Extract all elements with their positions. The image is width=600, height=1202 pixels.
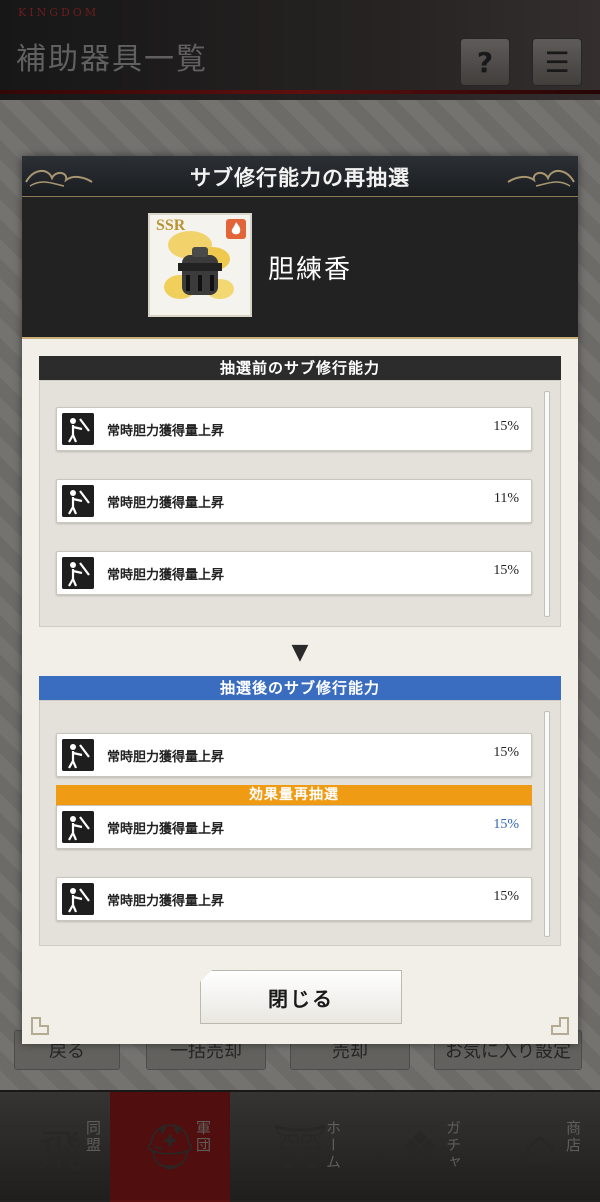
close-button[interactable]: 閉じる xyxy=(200,970,402,1024)
corner-ornament-icon xyxy=(31,1017,49,1035)
ability-label: 常時胆力獲得量上昇 xyxy=(107,822,225,837)
ability-label: 常時胆力獲得量上昇 xyxy=(107,568,225,583)
training-figure-icon xyxy=(62,883,94,915)
ability-label: 常時胆力獲得量上昇 xyxy=(107,424,225,439)
after-header: 抽選後のサブ修行能力 xyxy=(39,676,561,700)
training-figure-icon xyxy=(62,413,94,445)
rarity-badge: SSR xyxy=(156,217,186,234)
before-scrollbar[interactable] xyxy=(544,391,550,617)
reroll-badge: 効果量再抽選 xyxy=(56,785,532,806)
down-arrow-icon: ▼ xyxy=(291,640,309,665)
training-figure-icon xyxy=(62,811,94,843)
before-list[interactable]: 常時胆力獲得量上昇 15% 常時胆力獲得量上昇 11% 常時胆力獲得量上昇 15… xyxy=(39,380,561,627)
training-figure-icon xyxy=(62,739,94,771)
ability-value: 15% xyxy=(493,563,519,578)
list-item: 常時胆力獲得量上昇 15% xyxy=(56,407,532,451)
corner-ornament-icon xyxy=(551,1017,569,1035)
ability-value: 15% xyxy=(493,745,519,760)
fire-icon xyxy=(226,219,246,239)
after-scrollbar[interactable] xyxy=(544,711,550,937)
training-figure-icon xyxy=(62,485,94,517)
after-list[interactable]: 常時胆力獲得量上昇 15% 効果量再抽選 常時胆力獲得量上昇 15% 常時胆力獲… xyxy=(39,700,561,946)
training-figure-icon xyxy=(62,557,94,589)
dialog-title: サブ修行能力の再抽選 xyxy=(190,165,410,190)
ability-value: 11% xyxy=(493,491,519,506)
reroll-dialog: サブ修行能力の再抽選 SSR 胆練香 抽選前のサブ修行能力 常時胆力獲得量上昇 … xyxy=(22,156,578,1044)
list-item: 常時胆力獲得量上昇 15% xyxy=(56,877,532,921)
dialog-header: サブ修行能力の再抽選 xyxy=(22,156,578,197)
ability-value: 15% xyxy=(493,889,519,904)
list-item: 常時胆力獲得量上昇 15% xyxy=(56,733,532,777)
ability-label: 常時胆力獲得量上昇 xyxy=(107,750,225,765)
close-button-label: 閉じる xyxy=(268,987,334,1011)
list-item: 常時胆力獲得量上昇 15% xyxy=(56,805,532,849)
item-thumbnail: SSR xyxy=(148,213,252,317)
item-summary: SSR 胆練香 xyxy=(22,197,578,339)
cloud-ornament-icon xyxy=(507,170,575,187)
list-item: 常時胆力獲得量上昇 11% xyxy=(56,479,532,523)
item-name: 胆練香 xyxy=(268,255,353,285)
ability-value: 15% xyxy=(493,419,519,434)
ability-label: 常時胆力獲得量上昇 xyxy=(107,894,225,909)
list-item: 常時胆力獲得量上昇 15% xyxy=(56,551,532,595)
before-header: 抽選前のサブ修行能力 xyxy=(39,356,561,380)
ability-label: 常時胆力獲得量上昇 xyxy=(107,496,225,511)
ability-value-rerolled: 15% xyxy=(493,817,519,832)
